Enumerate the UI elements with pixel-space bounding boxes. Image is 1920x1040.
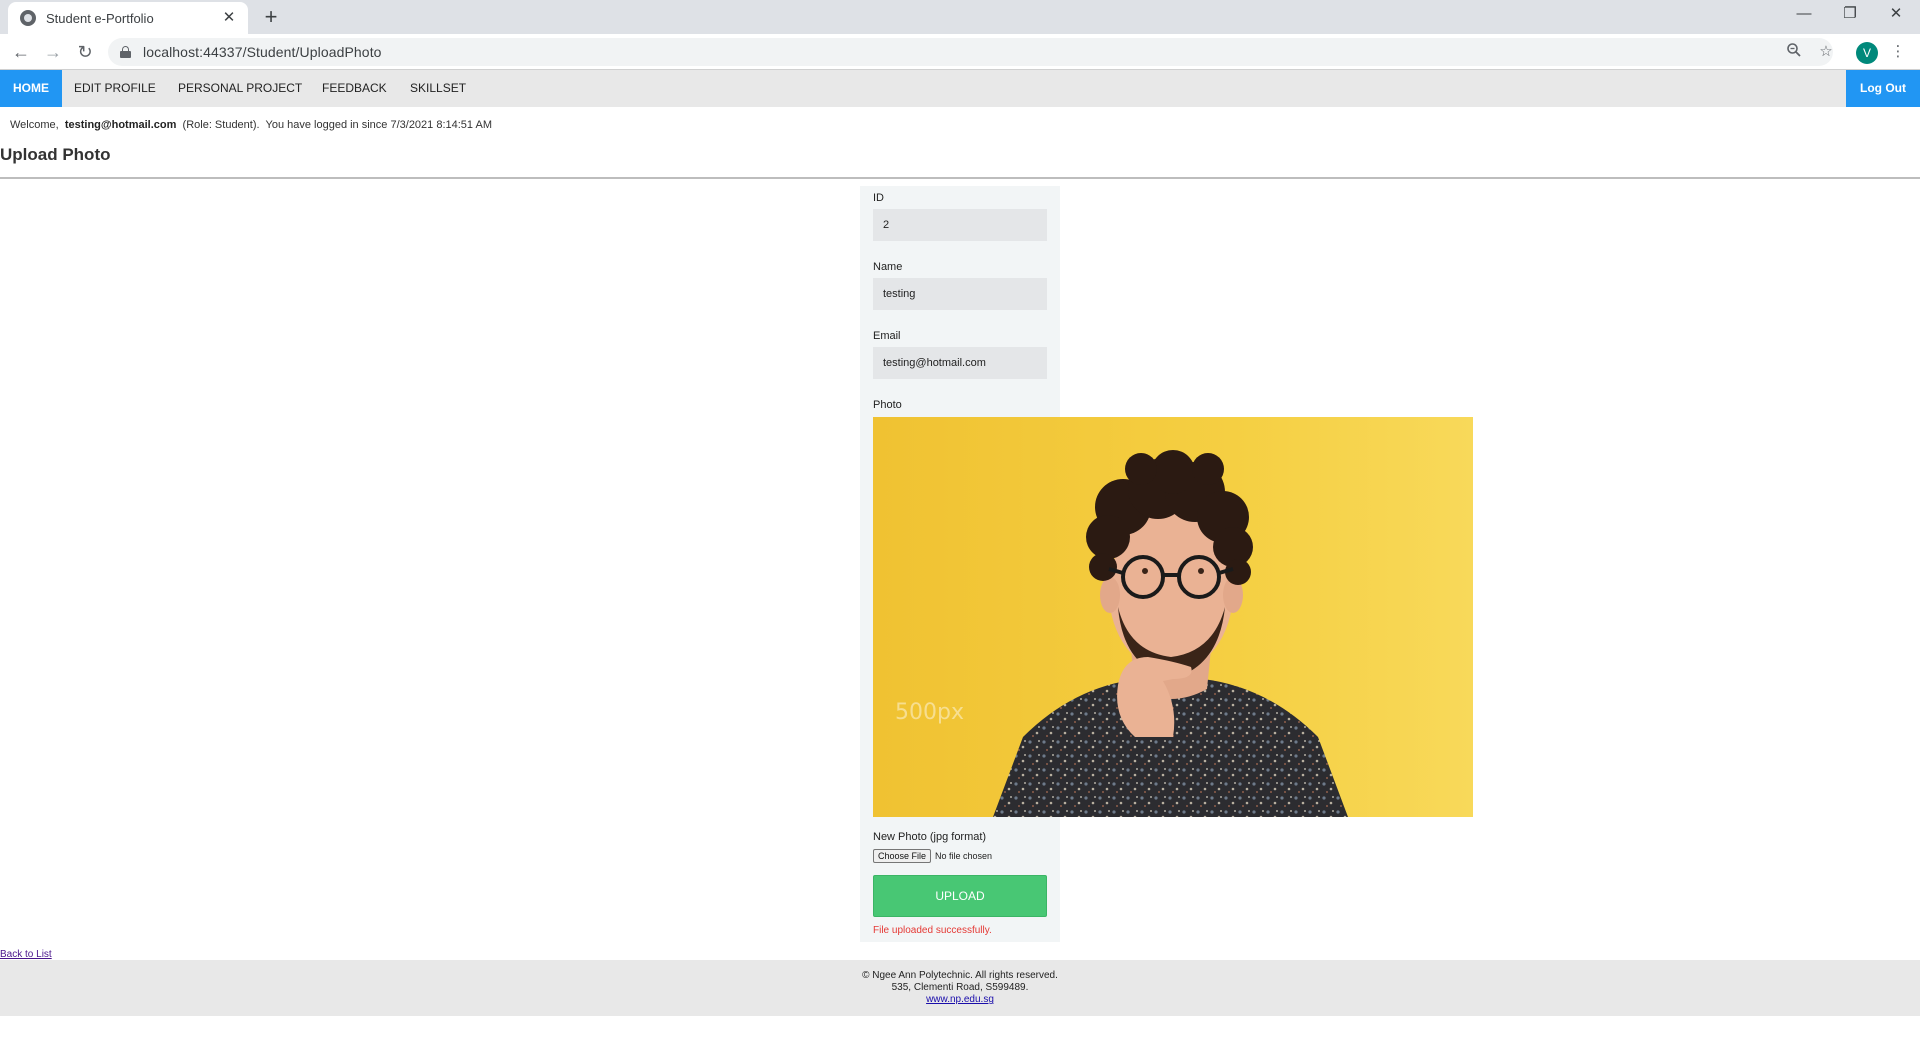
url-text: localhost:44337/Student/UploadPhoto xyxy=(143,44,382,60)
divider xyxy=(0,177,1920,179)
success-message: File uploaded successfully. xyxy=(873,925,992,936)
minimize-icon[interactable]: — xyxy=(1781,0,1827,30)
bookmark-star-icon[interactable]: ☆ xyxy=(1816,42,1836,62)
back-arrow-icon[interactable]: ← xyxy=(8,40,34,64)
tab-title: Student e-Portfolio xyxy=(46,10,154,26)
browser-tab-bar: Student e-Portfolio ✕ + — ❐ ✕ xyxy=(0,0,1920,34)
logout-button[interactable]: Log Out xyxy=(1846,70,1920,107)
zoom-icon[interactable] xyxy=(1784,42,1804,62)
photo-label: Photo xyxy=(873,399,902,411)
kebab-menu-icon[interactable]: ⋮ xyxy=(1888,42,1908,62)
nav-edit-profile[interactable]: EDIT PROFILE xyxy=(62,70,168,107)
globe-icon xyxy=(20,10,36,26)
choose-file-button[interactable]: Choose File xyxy=(873,849,932,863)
name-label: Name xyxy=(873,261,903,273)
address-bar[interactable]: localhost:44337/Student/UploadPhoto xyxy=(108,38,1833,66)
id-field: 2 xyxy=(873,209,1047,241)
footer-copyright: © Ngee Ann Polytechnic. All rights reser… xyxy=(862,970,1058,981)
welcome-prefix: Welcome, xyxy=(10,119,59,131)
student-photo: 500px xyxy=(873,417,1473,817)
browser-tab[interactable]: Student e-Portfolio ✕ xyxy=(8,2,248,34)
new-tab-button[interactable]: + xyxy=(258,4,284,30)
page-title: Upload Photo xyxy=(0,145,111,164)
site-nav: HOME EDIT PROFILE PERSONAL PROJECT FEEDB… xyxy=(0,70,1920,107)
restore-icon[interactable]: ❐ xyxy=(1827,0,1873,30)
nav-skillset[interactable]: SKILLSET xyxy=(398,70,478,107)
file-status: No file chosen xyxy=(935,851,993,861)
nav-feedback[interactable]: FEEDBACK xyxy=(310,70,399,107)
footer-website-link[interactable]: www.np.edu.sg xyxy=(0,994,1920,1006)
id-label: ID xyxy=(873,192,884,204)
lock-icon xyxy=(120,46,131,58)
profile-avatar[interactable]: V xyxy=(1856,42,1878,64)
nav-personal-project[interactable]: PERSONAL PROJECT xyxy=(166,70,314,107)
welcome-message: Welcome, testing@hotmail.com (Role: Stud… xyxy=(10,119,492,131)
close-window-icon[interactable]: ✕ xyxy=(1873,0,1919,30)
photo-watermark: 500px xyxy=(895,700,964,725)
name-field: testing xyxy=(873,278,1047,310)
welcome-since: You have logged in since 7/3/2021 8:14:5… xyxy=(265,119,493,131)
welcome-user: testing@hotmail.com xyxy=(64,119,177,131)
forward-arrow-icon[interactable]: → xyxy=(40,40,66,64)
file-input[interactable]: Choose File No file chosen xyxy=(873,849,992,863)
close-tab-icon[interactable]: ✕ xyxy=(220,9,238,27)
upload-button[interactable]: UPLOAD xyxy=(873,875,1047,917)
email-label: Email xyxy=(873,330,901,342)
email-field: testing@hotmail.com xyxy=(873,347,1047,379)
welcome-role: (Role: Student). xyxy=(182,119,260,131)
reload-icon[interactable]: ↻ xyxy=(72,40,98,64)
nav-home[interactable]: HOME xyxy=(0,70,62,107)
footer: © Ngee Ann Polytechnic. All rights reser… xyxy=(0,960,1920,1016)
new-photo-label: New Photo (jpg format) xyxy=(873,831,987,843)
back-to-list-link[interactable]: Back to List xyxy=(0,949,52,960)
browser-toolbar: ← → ↻ localhost:44337/Student/UploadPhot… xyxy=(0,34,1920,70)
footer-address: 535, Clementi Road, S599489. xyxy=(891,982,1029,993)
